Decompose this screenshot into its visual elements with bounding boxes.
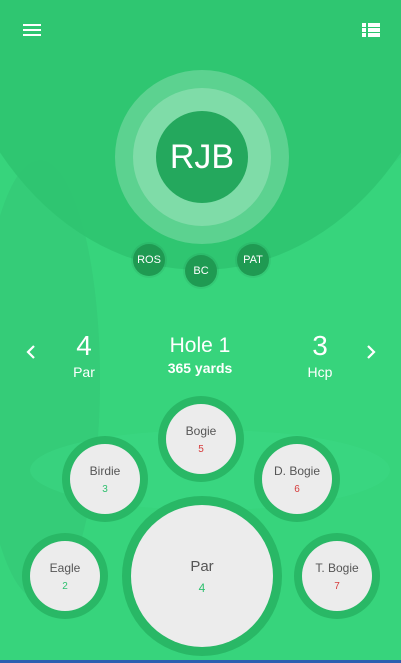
score-button-eagle[interactable]: Eagle 2 <box>30 541 100 611</box>
score-value: 3 <box>102 483 108 495</box>
player-chip-ros[interactable]: ROS <box>133 244 165 276</box>
score-label: Par <box>190 557 214 575</box>
hole-yards: 365 yards <box>167 360 233 376</box>
score-value: 5 <box>198 443 204 455</box>
player-initials: ROS <box>137 254 161 266</box>
score-label: D. Bogie <box>273 463 321 478</box>
scorecard-screen: RJB ROS BC PAT 4 Par Hole 1 365 yards 3 … <box>0 0 401 663</box>
score-label: Eagle <box>49 560 81 575</box>
hole-title: Hole 1 <box>169 334 231 357</box>
par-value: 4 <box>76 330 92 361</box>
hcp-value: 3 <box>312 330 328 361</box>
score-label: T. Bogie <box>315 560 359 575</box>
player-initials: PAT <box>243 254 263 266</box>
player-chip-pat[interactable]: PAT <box>237 244 269 276</box>
current-player-initials: RJB <box>169 137 235 176</box>
player-chip-bc[interactable]: BC <box>185 255 217 287</box>
par-label: Par <box>73 364 95 380</box>
score-value: 2 <box>62 580 68 592</box>
score-button-birdie[interactable]: Birdie 3 <box>70 444 140 514</box>
hcp-label: Hcp <box>307 364 333 380</box>
score-button-t-bogie[interactable]: T. Bogie 7 <box>302 541 372 611</box>
score-button-bogie[interactable]: Bogie 5 <box>166 404 236 474</box>
player-initials: BC <box>193 265 209 277</box>
list-view-icon[interactable] <box>361 20 385 44</box>
chevron-right-icon[interactable] <box>364 341 378 367</box>
score-value: 7 <box>334 580 340 592</box>
score-label: Birdie <box>89 463 121 478</box>
score-button-par[interactable]: Par 4 <box>131 505 273 647</box>
current-player-avatar[interactable]: RJB <box>156 111 248 203</box>
hamburger-menu-icon[interactable] <box>22 20 46 44</box>
score-value: 6 <box>294 483 300 495</box>
score-button-d-bogie[interactable]: D. Bogie 6 <box>262 444 332 514</box>
score-label: Bogie <box>185 423 217 438</box>
score-value: 4 <box>198 580 206 595</box>
chevron-left-icon[interactable] <box>24 341 38 367</box>
